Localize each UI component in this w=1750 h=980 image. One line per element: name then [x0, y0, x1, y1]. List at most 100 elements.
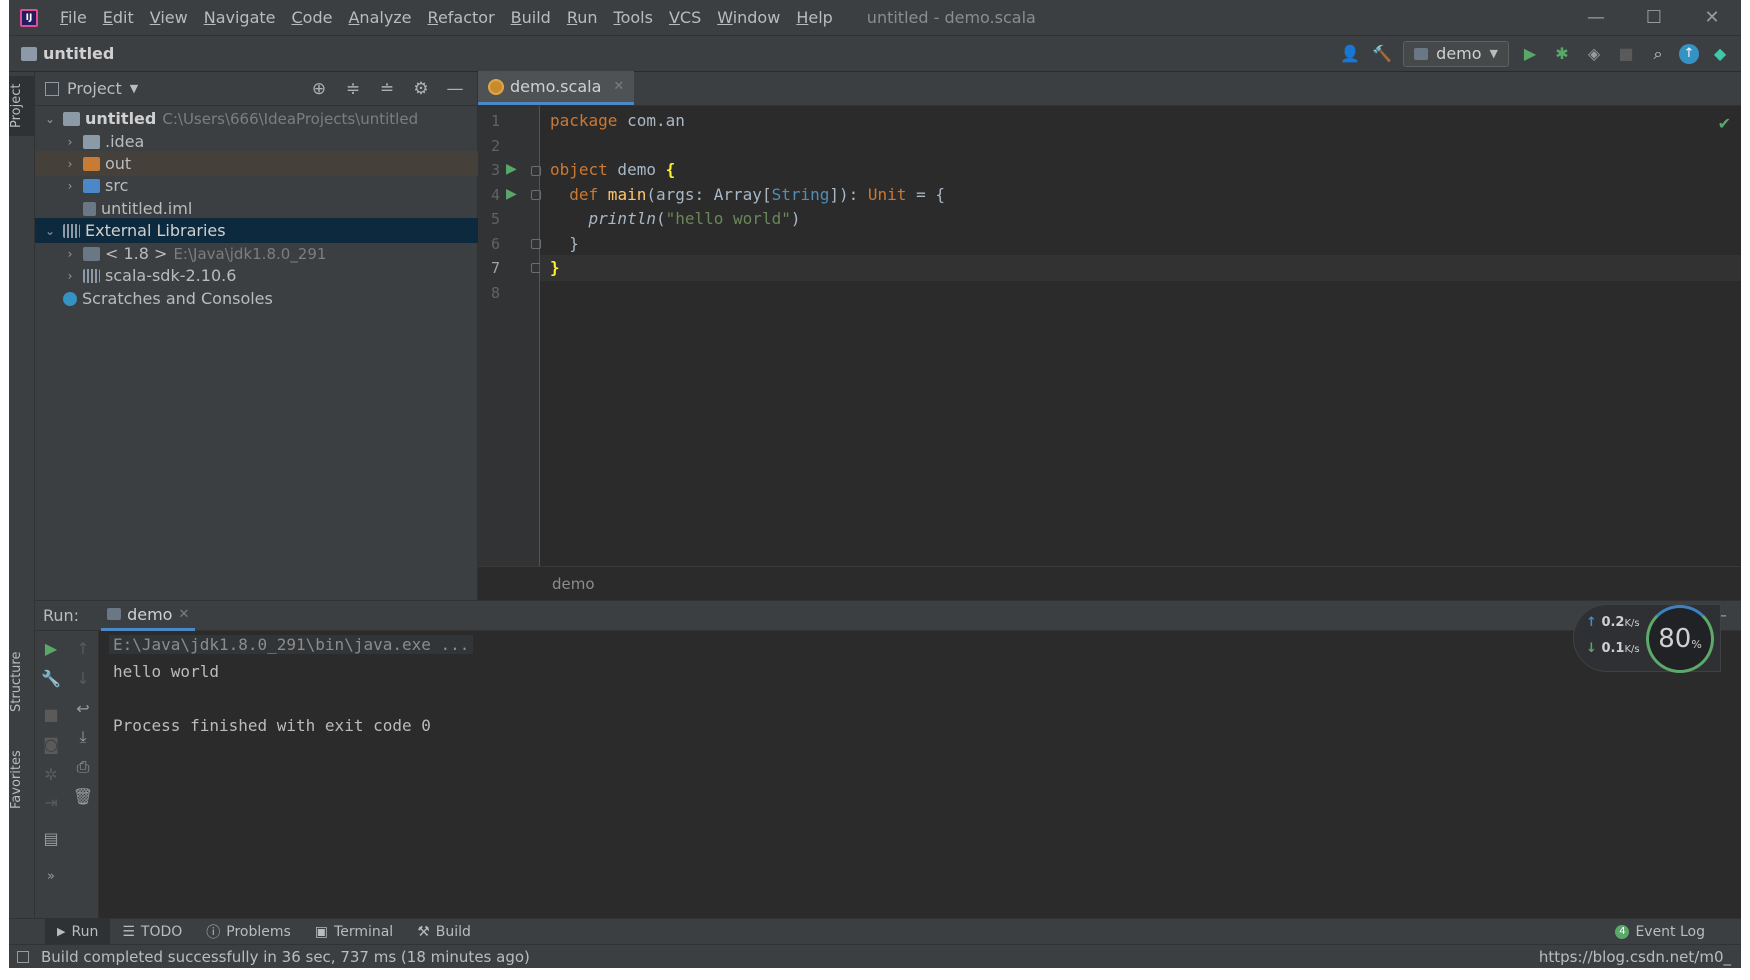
- more-icon[interactable]: »: [35, 869, 67, 884]
- event-count-badge: 4: [1615, 924, 1630, 939]
- chevron-down-icon[interactable]: ▼: [130, 82, 138, 95]
- chevron-down-icon[interactable]: ⌄: [43, 112, 57, 126]
- coverage-icon[interactable]: ◈: [1583, 43, 1605, 65]
- code-line-5: println("hello world"): [540, 206, 1741, 232]
- chevron-right-icon[interactable]: ›: [63, 135, 77, 149]
- arrow-up-icon[interactable]: ↑: [67, 639, 99, 658]
- stop-icon[interactable]: ■: [35, 705, 67, 724]
- menu-window[interactable]: Window: [709, 0, 788, 36]
- debug-icon[interactable]: ✱: [1551, 43, 1573, 65]
- camera-icon[interactable]: ◙: [35, 735, 67, 754]
- exit-icon[interactable]: ⇥: [35, 793, 67, 812]
- close-icon[interactable]: ✕: [1683, 0, 1741, 36]
- side-tab-project[interactable]: Project: [9, 76, 35, 136]
- tool-tab-build[interactable]: ⚒ Build: [405, 919, 483, 945]
- menu-vcs[interactable]: VCS: [661, 0, 709, 36]
- editor-tab-demo-scala[interactable]: demo.scala ✕: [478, 71, 635, 105]
- expand-all-icon[interactable]: ≑: [343, 79, 363, 99]
- tree-item-scratches[interactable]: Scratches and Consoles: [35, 286, 478, 311]
- menu-refactor[interactable]: Refactor: [420, 0, 503, 36]
- chevron-right-icon[interactable]: ›: [63, 179, 77, 193]
- trash-icon[interactable]: 🗑: [67, 787, 99, 806]
- menu-navigate[interactable]: Navigate: [196, 0, 284, 36]
- run-gutter-icon[interactable]: ▶: [506, 161, 517, 177]
- wrench-icon[interactable]: 🔧: [35, 669, 67, 688]
- side-tab-favorites[interactable]: Favorites: [9, 740, 35, 820]
- menu-edit[interactable]: Edit: [95, 0, 142, 36]
- run-configuration-select[interactable]: demo ▼: [1403, 40, 1509, 67]
- tool-tab-terminal[interactable]: ▣ Terminal: [303, 919, 405, 945]
- close-tab-icon[interactable]: ✕: [178, 607, 189, 622]
- hide-panel-icon[interactable]: —: [445, 79, 465, 99]
- tool-tab-event-log[interactable]: 4 Event Log: [1603, 919, 1717, 945]
- project-view-title[interactable]: Project: [67, 79, 122, 98]
- tree-item-label: External Libraries: [85, 221, 226, 240]
- run-gutter-icon[interactable]: ▶: [506, 186, 517, 202]
- network-speed-widget[interactable]: ↑ 0.2K/s ↓ 0.1K/s 80%: [1573, 604, 1721, 673]
- source-folder-icon: [83, 178, 100, 193]
- stop-icon[interactable]: ■: [1615, 43, 1637, 65]
- code-line-1: package com.an: [540, 108, 1741, 134]
- tool-tab-problems[interactable]: ⓘ Problems: [194, 919, 303, 945]
- tree-item-untitled[interactable]: ⌄ untitled C:\Users\666\IdeaProjects\unt…: [35, 106, 478, 131]
- status-message[interactable]: Build completed successfully in 36 sec, …: [41, 948, 530, 966]
- menu-tools[interactable]: Tools: [606, 0, 661, 36]
- menu-run[interactable]: Run: [559, 0, 606, 36]
- tree-item-external-libraries[interactable]: ⌄ External Libraries: [35, 218, 478, 243]
- menu-build[interactable]: Build: [503, 0, 559, 36]
- layout-icon[interactable]: ▤: [35, 829, 67, 848]
- code-token: }: [550, 234, 579, 253]
- chevron-down-icon[interactable]: ⌄: [43, 224, 57, 238]
- chevron-right-icon[interactable]: ›: [63, 247, 77, 261]
- settings-debug-icon[interactable]: ✲: [35, 765, 67, 784]
- download-speed: ↓ 0.1K/s: [1586, 641, 1640, 656]
- list-icon: ☰: [122, 923, 135, 940]
- console-output[interactable]: E:\Java\jdk1.8.0_291\bin\java.exe ... he…: [109, 631, 474, 739]
- soft-wrap-icon[interactable]: ↩: [67, 699, 99, 718]
- search-icon[interactable]: ⌕: [1647, 43, 1669, 65]
- menu-code[interactable]: Code: [284, 0, 341, 36]
- gear-icon[interactable]: ⚙: [411, 79, 431, 99]
- run-tab-demo[interactable]: demo ✕: [101, 601, 196, 631]
- update-icon[interactable]: ↑: [1679, 43, 1699, 64]
- menu-view[interactable]: View: [142, 0, 196, 36]
- print-icon[interactable]: ⎙: [67, 757, 99, 777]
- chevron-right-icon[interactable]: ›: [63, 157, 77, 171]
- build-hammer-icon[interactable]: 🔨: [1371, 43, 1393, 65]
- console-line: Process finished with exit code 0: [113, 716, 431, 735]
- arrow-down-icon[interactable]: ↓: [67, 669, 99, 688]
- libraries-icon: [63, 223, 80, 238]
- minimize-icon[interactable]: —: [1567, 0, 1625, 36]
- chevron-right-icon[interactable]: ›: [63, 269, 77, 283]
- menu-file[interactable]: File: [52, 0, 95, 36]
- code-line-4: def main(args: Array[String]): Unit = {: [540, 182, 1741, 208]
- menu-analyze[interactable]: Analyze: [340, 0, 419, 36]
- gauge-unit: %: [1691, 637, 1702, 651]
- tree-item-src[interactable]: › src: [35, 173, 478, 198]
- code-area[interactable]: package com.an object demo { def main(ar…: [540, 106, 1741, 566]
- account-icon[interactable]: 👤: [1339, 43, 1361, 65]
- tree-item-scala-sdk[interactable]: › scala-sdk-2.10.6: [35, 263, 478, 288]
- tree-item-path: C:\Users\666\IdeaProjects\untitled: [162, 109, 419, 128]
- tree-item-label: src: [105, 176, 129, 195]
- side-tab-structure[interactable]: Structure: [9, 642, 35, 722]
- rerun-icon[interactable]: ▶: [35, 639, 67, 658]
- close-tab-icon[interactable]: ✕: [613, 79, 624, 94]
- tool-tab-todo[interactable]: ☰ TODO: [110, 919, 194, 945]
- plugin-icon[interactable]: ◆: [1709, 43, 1731, 65]
- editor-breadcrumb[interactable]: demo: [552, 575, 595, 593]
- code-token: "hello world": [665, 209, 791, 228]
- speed-unit: K/s: [1624, 618, 1640, 629]
- breadcrumb-project[interactable]: untitled: [43, 44, 114, 63]
- toggle-tool-windows-icon[interactable]: [17, 950, 29, 963]
- inspection-ok-icon[interactable]: ✔: [1718, 114, 1731, 133]
- run-icon[interactable]: ▶: [1519, 43, 1541, 65]
- collapse-all-icon[interactable]: ≐: [377, 79, 397, 99]
- tool-tab-run[interactable]: ▶ Run: [45, 918, 111, 945]
- scroll-to-end-icon[interactable]: ⤓: [67, 727, 99, 747]
- locate-icon[interactable]: ⊕: [309, 79, 329, 99]
- menu-help[interactable]: Help: [788, 0, 840, 36]
- maximize-icon[interactable]: ☐: [1625, 0, 1683, 36]
- tree-item-path: E:\Java\jdk1.8.0_291: [173, 244, 327, 263]
